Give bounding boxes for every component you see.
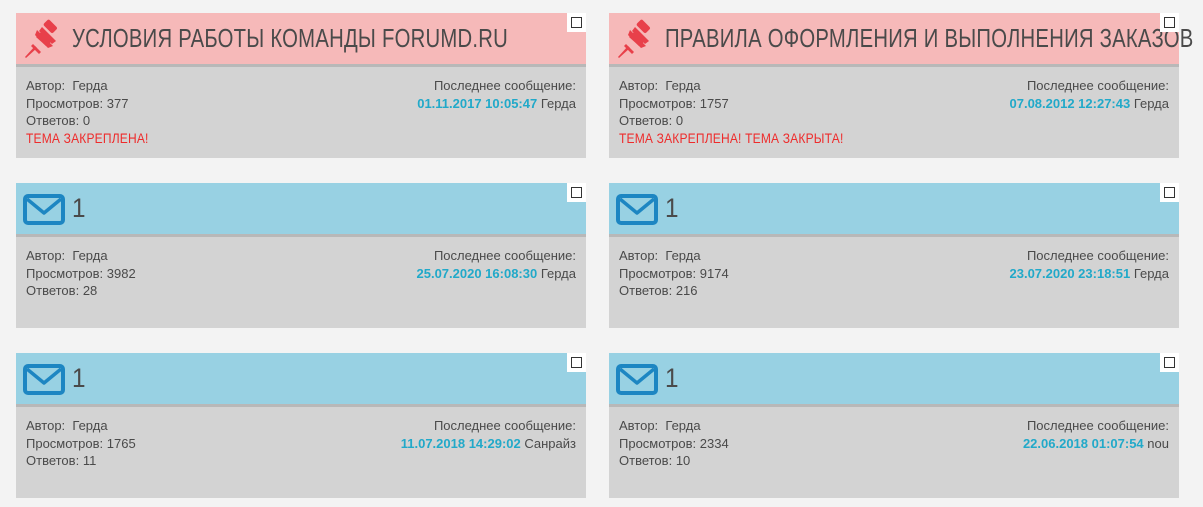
views-count: 377	[106, 95, 129, 111]
last-message: Последнее сообщение: 22.06.2018 01:07:54…	[1023, 417, 1169, 452]
author-label: Автор:	[26, 248, 66, 263]
topic-header[interactable]: ПРАВИЛА ОФОРМЛЕНИЯ И ВЫПОЛНЕНИЯ ЗАКАЗОВ	[609, 13, 1193, 67]
topic-header[interactable]: 1	[609, 183, 1179, 237]
views-label: Просмотров:	[26, 95, 104, 111]
topic-title[interactable]: 1	[665, 353, 679, 404]
last-message-date[interactable]: 22.06.2018 01:07:54	[1023, 436, 1144, 451]
replies-label: Ответов:	[26, 453, 80, 468]
views-count: 9174	[699, 265, 729, 281]
replies-count: 216	[675, 283, 698, 298]
topic-stats: Автор: Герда Просмотров: 377 Ответов: 0 …	[26, 77, 169, 147]
last-message-label: Последнее сообщение:	[1026, 418, 1169, 433]
select-checkbox[interactable]	[567, 353, 586, 372]
author-label: Автор:	[26, 78, 66, 93]
topic-title[interactable]: 1	[665, 183, 679, 234]
last-message-author[interactable]: Герда	[541, 266, 576, 281]
replies-label: Ответов:	[619, 113, 673, 128]
last-message-author[interactable]: Герда	[1134, 96, 1169, 111]
topic-stats: Автор: Герда Просмотров: 2334 Ответов: 1…	[619, 417, 729, 470]
replies-count: 28	[82, 283, 98, 298]
views-count: 1757	[699, 95, 729, 111]
topic-header[interactable]: 1	[609, 353, 1179, 407]
topic-card: ПРАВИЛА ОФОРМЛЕНИЯ И ВЫПОЛНЕНИЯ ЗАКАЗОВ …	[609, 13, 1193, 158]
author-label: Автор:	[619, 78, 659, 93]
status-text: ТЕМА ЗАКРЕПЛЕНА! ТЕМА ЗАКРЫТА!	[619, 129, 844, 146]
last-message: Последнее сообщение: 11.07.2018 14:29:02…	[401, 417, 576, 452]
last-message-label: Последнее сообщение:	[433, 248, 576, 263]
topic-stats: Автор: Герда Просмотров: 3982 Ответов: 2…	[26, 247, 136, 300]
last-message: Последнее сообщение: 23.07.2020 23:18:51…	[1010, 247, 1170, 282]
last-message-date[interactable]: 23.07.2020 23:18:51	[1010, 266, 1131, 281]
replies-label: Ответов:	[26, 283, 80, 298]
last-message: Последнее сообщение: 07.08.2012 12:27:43…	[1010, 77, 1170, 112]
status-text: ТЕМА ЗАКРЕПЛЕНА!	[26, 129, 149, 146]
replies-label: Ответов:	[619, 453, 673, 468]
topic-title[interactable]: 1	[72, 353, 86, 404]
select-checkbox[interactable]	[567, 183, 586, 202]
author-label: Автор:	[26, 418, 66, 433]
last-message-author[interactable]: nou	[1147, 436, 1169, 451]
replies-count: 0	[675, 113, 684, 128]
topic-header[interactable]: УСЛОВИЯ РАБОТЫ КОМАНДЫ FORUMD.RU	[16, 13, 586, 67]
topic-card: 1 Автор: Герда Просмотров: 9174 Ответов:…	[609, 183, 1179, 328]
author-name[interactable]: Герда	[72, 78, 107, 93]
topic-card: 1 Автор: Герда Просмотров: 1765 Ответов:…	[16, 353, 586, 498]
views-count: 1765	[106, 435, 136, 451]
mail-icon	[615, 189, 659, 229]
mail-icon	[22, 359, 66, 399]
replies-label: Ответов:	[26, 113, 80, 128]
views-label: Просмотров:	[26, 435, 104, 451]
last-message-date[interactable]: 25.07.2020 16:08:30	[417, 266, 538, 281]
last-message: Последнее сообщение: 01.11.2017 10:05:47…	[417, 77, 576, 112]
last-message-label: Последнее сообщение:	[433, 418, 576, 433]
topic-stats: Автор: Герда Просмотров: 1765 Ответов: 1…	[26, 417, 136, 470]
topic-title[interactable]: УСЛОВИЯ РАБОТЫ КОМАНДЫ FORUMD.RU	[72, 13, 508, 64]
replies-count: 0	[82, 113, 91, 128]
views-label: Просмотров:	[619, 265, 697, 281]
views-label: Просмотров:	[619, 435, 697, 451]
mail-icon	[22, 189, 66, 229]
author-label: Автор:	[619, 418, 659, 433]
views-count: 3982	[106, 265, 136, 281]
replies-count: 10	[675, 453, 691, 468]
topic-title[interactable]: ПРАВИЛА ОФОРМЛЕНИЯ И ВЫПОЛНЕНИЯ ЗАКАЗОВ	[665, 13, 1193, 64]
author-name[interactable]: Герда	[72, 418, 107, 433]
author-name[interactable]: Герда	[665, 248, 700, 263]
topic-card: 1 Автор: Герда Просмотров: 2334 Ответов:…	[609, 353, 1179, 498]
last-message-date[interactable]: 11.07.2018 14:29:02	[401, 436, 521, 451]
topic-header[interactable]: 1	[16, 183, 586, 237]
pin-icon	[22, 19, 66, 59]
author-name[interactable]: Герда	[665, 78, 700, 93]
replies-count: 11	[82, 453, 97, 468]
topic-header[interactable]: 1	[16, 353, 586, 407]
last-message-label: Последнее сообщение:	[433, 78, 576, 93]
select-checkbox[interactable]	[567, 13, 586, 32]
views-label: Просмотров:	[26, 265, 104, 281]
views-label: Просмотров:	[619, 95, 697, 111]
last-message-label: Последнее сообщение:	[1026, 78, 1169, 93]
replies-label: Ответов:	[619, 283, 673, 298]
views-count: 2334	[699, 435, 729, 451]
author-name[interactable]: Герда	[72, 248, 107, 263]
last-message-author[interactable]: Санрайз	[524, 436, 576, 451]
last-message: Последнее сообщение: 25.07.2020 16:08:30…	[417, 247, 577, 282]
select-checkbox[interactable]	[1160, 353, 1179, 372]
topic-title[interactable]: 1	[72, 183, 86, 234]
author-label: Автор:	[619, 248, 659, 263]
mail-icon	[615, 359, 659, 399]
last-message-date[interactable]: 07.08.2012 12:27:43	[1010, 96, 1131, 111]
select-checkbox[interactable]	[1160, 13, 1179, 32]
topic-stats: Автор: Герда Просмотров: 1757 Ответов: 0…	[619, 77, 880, 147]
topic-stats: Автор: Герда Просмотров: 9174 Ответов: 2…	[619, 247, 729, 300]
pin-icon	[615, 19, 659, 59]
last-message-author[interactable]: Герда	[1134, 266, 1169, 281]
topic-card: 1 Автор: Герда Просмотров: 3982 Ответов:…	[16, 183, 586, 328]
last-message-date[interactable]: 01.11.2017 10:05:47	[417, 96, 537, 111]
topic-card: УСЛОВИЯ РАБОТЫ КОМАНДЫ FORUMD.RU Автор: …	[16, 13, 586, 158]
select-checkbox[interactable]	[1160, 183, 1179, 202]
last-message-author[interactable]: Герда	[541, 96, 576, 111]
author-name[interactable]: Герда	[665, 418, 700, 433]
last-message-label: Последнее сообщение:	[1026, 248, 1169, 263]
